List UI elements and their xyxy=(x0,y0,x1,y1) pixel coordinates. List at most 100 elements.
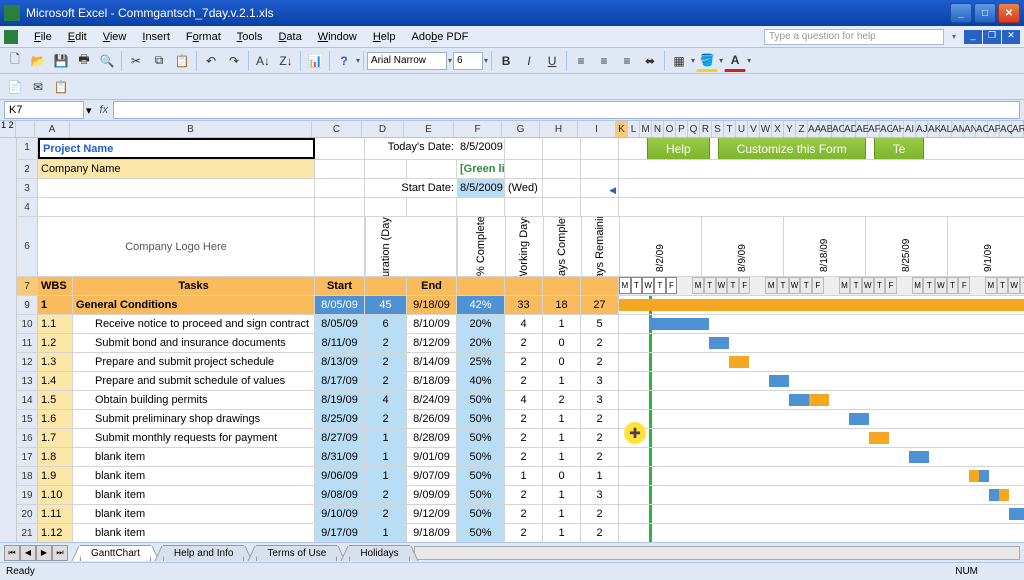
col-header-ag[interactable]: AG xyxy=(880,121,892,137)
close-button[interactable]: ✕ xyxy=(998,3,1020,23)
tab-terms[interactable]: Terms of Use xyxy=(256,545,337,561)
row-header-1[interactable]: 1 xyxy=(17,138,38,159)
table-row[interactable]: 111.2Submit bond and insurance documents… xyxy=(17,334,1024,353)
save-icon[interactable]: 💾 xyxy=(50,50,72,72)
col-header-d[interactable]: D xyxy=(362,121,404,137)
menu-tools[interactable]: Tools xyxy=(229,29,271,45)
row-header-12[interactable]: 12 xyxy=(17,353,38,371)
table-row[interactable]: 181.9blank item9/06/0919/07/0950%101 xyxy=(17,467,1024,486)
col-header-q[interactable]: Q xyxy=(688,121,700,137)
col-header-x[interactable]: X xyxy=(772,121,784,137)
doc-restore-button[interactable]: ❐ xyxy=(983,30,1001,44)
col-header-ak[interactable]: AK xyxy=(928,121,940,137)
project-name-cell[interactable]: Project Name xyxy=(38,138,315,159)
col-header-ad[interactable]: AD xyxy=(844,121,856,137)
table-row[interactable]: 191.10blank item9/08/0929/09/0950%213 xyxy=(17,486,1024,505)
help-search-input[interactable]: Type a question for help xyxy=(764,29,944,45)
tab-holidays[interactable]: Holidays xyxy=(349,545,409,561)
table-row[interactable]: 151.6Submit preliminary shop drawings8/2… xyxy=(17,410,1024,429)
table-row[interactable]: 211.12blank item9/17/0919/18/0950%212 xyxy=(17,524,1024,542)
col-header-w[interactable]: W xyxy=(760,121,772,137)
today-value[interactable]: 8/5/2009 xyxy=(457,138,505,159)
menu-insert[interactable]: Insert xyxy=(134,29,178,45)
name-box[interactable]: K7 xyxy=(4,101,84,119)
menu-dropdown-icon[interactable]: ▾ xyxy=(950,32,960,41)
col-header-t[interactable]: T xyxy=(724,121,736,137)
table-row[interactable]: 161.7Submit monthly requests for payment… xyxy=(17,429,1024,448)
row-header-16[interactable]: 16 xyxy=(17,429,38,447)
doc-close-button[interactable]: ✕ xyxy=(1002,30,1020,44)
underline-icon[interactable]: U xyxy=(541,50,563,72)
italic-icon[interactable]: I xyxy=(518,50,540,72)
col-header-y[interactable]: Y xyxy=(784,121,796,137)
row-header-3[interactable]: 3 xyxy=(17,179,38,197)
open-icon[interactable]: 📂 xyxy=(27,50,49,72)
tab-prev-icon[interactable]: ◀ xyxy=(20,545,36,561)
col-header-ai[interactable]: AI xyxy=(904,121,916,137)
row-header-6[interactable]: 6 xyxy=(17,217,38,276)
col-header-ah[interactable]: AH xyxy=(892,121,904,137)
chevron-left-icon[interactable]: ◀ xyxy=(609,181,616,197)
row-header-14[interactable]: 14 xyxy=(17,391,38,409)
col-header-o[interactable]: O xyxy=(664,121,676,137)
row-header-10[interactable]: 10 xyxy=(17,315,38,333)
col-header-z[interactable]: Z xyxy=(796,121,808,137)
font-size-select[interactable]: 6 xyxy=(453,52,483,70)
company-name-cell[interactable]: Company Name xyxy=(38,160,315,178)
row-header-7[interactable]: 7 xyxy=(17,277,38,295)
customize-button[interactable]: Customize this Form xyxy=(718,138,866,159)
paste-icon[interactable]: 📋 xyxy=(171,50,193,72)
select-all-cell[interactable] xyxy=(16,121,35,137)
col-header-af[interactable]: AF xyxy=(868,121,880,137)
col-header-f[interactable]: F xyxy=(454,121,502,137)
doc-minimize-button[interactable]: _ xyxy=(964,30,982,44)
col-header-al[interactable]: AL xyxy=(940,121,952,137)
print-icon[interactable]: 🖶 xyxy=(73,50,95,72)
col-header-l[interactable]: L xyxy=(628,121,640,137)
table-row[interactable]: 101.1Receive notice to proceed and sign … xyxy=(17,315,1024,334)
sort-asc-icon[interactable]: A↓ xyxy=(252,50,274,72)
col-header-aa[interactable]: AA xyxy=(808,121,820,137)
tab-ganttchart[interactable]: GanttChart xyxy=(80,545,151,561)
col-header-n[interactable]: N xyxy=(652,121,664,137)
table-row[interactable]: 131.4Prepare and submit schedule of valu… xyxy=(17,372,1024,391)
tab-next-icon[interactable]: ▶ xyxy=(36,545,52,561)
new-icon[interactable]: 🗋 xyxy=(4,50,26,72)
maximize-button[interactable]: □ xyxy=(974,3,996,23)
col-header-aq[interactable]: AQ xyxy=(1000,121,1012,137)
col-header-aj[interactable]: AJ xyxy=(916,121,928,137)
fx-icon[interactable]: fx xyxy=(100,104,109,116)
spreadsheet-grid[interactable]: 1 2 A B C D E F G H I K LMNOPQRSTUVWXYZA… xyxy=(0,121,1024,542)
col-header-r[interactable]: R xyxy=(700,121,712,137)
col-header-ae[interactable]: AE xyxy=(856,121,868,137)
col-header-v[interactable]: V xyxy=(748,121,760,137)
col-header-k[interactable]: K xyxy=(616,121,628,137)
horizontal-scrollbar[interactable] xyxy=(414,546,1020,560)
menu-view[interactable]: View xyxy=(95,29,135,45)
pdf-convert-icon[interactable]: 📄 xyxy=(4,76,26,98)
row-header-15[interactable]: 15 xyxy=(17,410,38,428)
row-header-21[interactable]: 21 xyxy=(17,524,38,542)
row-header-19[interactable]: 19 xyxy=(17,486,38,504)
cut-icon[interactable]: ✂ xyxy=(125,50,147,72)
menu-file[interactable]: File xyxy=(26,29,60,45)
merge-icon[interactable]: ⬌ xyxy=(639,50,661,72)
col-header-c[interactable]: C xyxy=(312,121,362,137)
tab-first-icon[interactable]: ⏮ xyxy=(4,545,20,561)
table-row[interactable]: 121.3Prepare and submit project schedule… xyxy=(17,353,1024,372)
col-header-ab[interactable]: AB xyxy=(820,121,832,137)
undo-icon[interactable]: ↶ xyxy=(200,50,222,72)
col-header-ac[interactable]: AC xyxy=(832,121,844,137)
menu-edit[interactable]: Edit xyxy=(60,29,95,45)
table-row[interactable]: 141.5Obtain building permits8/19/0948/24… xyxy=(17,391,1024,410)
col-header-ao[interactable]: AO xyxy=(976,121,988,137)
copy-icon[interactable]: ⧉ xyxy=(148,50,170,72)
pdf-review-icon[interactable]: 📋 xyxy=(50,76,72,98)
menu-data[interactable]: Data xyxy=(270,29,309,45)
row-header-4[interactable]: 4 xyxy=(17,198,38,216)
menu-help[interactable]: Help xyxy=(365,29,404,45)
start-date-value[interactable]: 8/5/2009 xyxy=(457,179,505,197)
col-header-u[interactable]: U xyxy=(736,121,748,137)
col-header-e[interactable]: E xyxy=(404,121,454,137)
col-header-a[interactable]: A xyxy=(35,121,70,137)
